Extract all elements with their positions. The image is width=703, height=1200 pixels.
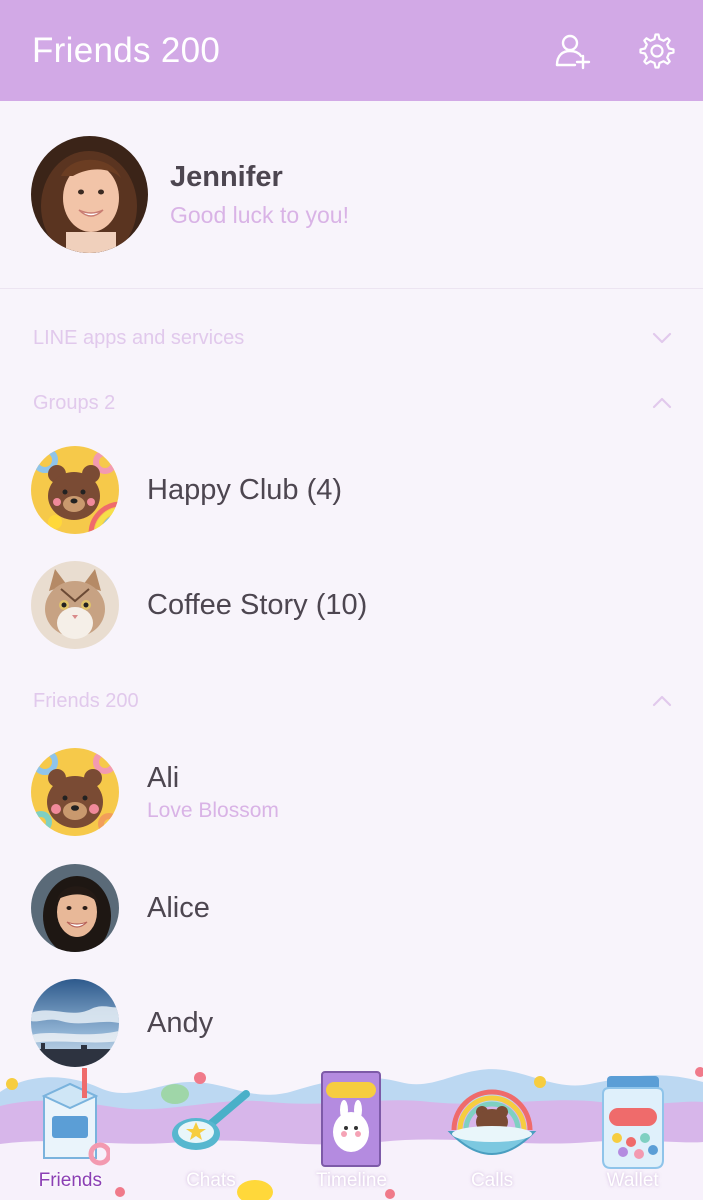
section-label: LINE apps and services bbox=[33, 326, 245, 349]
friend-info: Andy bbox=[147, 1007, 213, 1040]
section-header-services[interactable]: LINE apps and services bbox=[0, 313, 703, 363]
section-label: Friends 200 bbox=[33, 689, 139, 712]
group-info: Coffee Story (10) bbox=[147, 589, 367, 622]
milk-carton-icon bbox=[30, 1066, 112, 1171]
tab-friends[interactable]: Friends bbox=[0, 1052, 141, 1200]
tab-calls[interactable]: Calls bbox=[422, 1052, 563, 1200]
cereal-box-icon bbox=[316, 1066, 386, 1175]
page-title: Friends 200 bbox=[32, 30, 221, 70]
chevron-down-icon[interactable] bbox=[651, 331, 673, 345]
tab-label: Timeline bbox=[315, 1170, 388, 1191]
group-info: Happy Club (4) bbox=[147, 474, 342, 507]
tab-label: Wallet bbox=[606, 1170, 659, 1191]
avatar bbox=[31, 561, 119, 649]
chevron-up-icon[interactable] bbox=[651, 396, 673, 410]
friend-info: Ali Love Blossom bbox=[147, 762, 279, 823]
friend-name: Alice bbox=[147, 891, 210, 924]
profile-name: Jennifer bbox=[170, 160, 283, 193]
cereal-jar-icon bbox=[595, 1072, 671, 1177]
gear-icon[interactable] bbox=[637, 31, 677, 71]
tab-chats[interactable]: Chats bbox=[141, 1052, 282, 1200]
avatar[interactable] bbox=[31, 136, 148, 253]
section-label: Groups 2 bbox=[33, 391, 116, 414]
avatar bbox=[31, 446, 119, 534]
tab-label: Friends bbox=[38, 1170, 102, 1191]
group-name: Coffee Story (10) bbox=[147, 588, 368, 621]
friend-row-ali[interactable]: Ali Love Blossom bbox=[0, 737, 703, 847]
profile-status-message: Good luck to you! bbox=[170, 201, 349, 228]
group-row-happy-club[interactable]: Happy Club (4) bbox=[0, 435, 703, 545]
group-name: Happy Club (4) bbox=[147, 473, 343, 506]
friend-name: Ali bbox=[147, 761, 180, 794]
friend-name: Andy bbox=[147, 1006, 214, 1039]
friend-status-message: Love Blossom bbox=[147, 798, 279, 822]
cereal-bowl-icon bbox=[444, 1080, 540, 1175]
friend-row-alice[interactable]: Alice bbox=[0, 853, 703, 963]
profile-info: Jennifer Good luck to you! bbox=[170, 161, 349, 229]
avatar bbox=[31, 864, 119, 952]
header-actions bbox=[553, 31, 677, 71]
tab-label: Calls bbox=[470, 1170, 514, 1191]
friend-info: Alice bbox=[147, 892, 210, 925]
tab-wallet[interactable]: Wallet bbox=[562, 1052, 703, 1200]
avatar bbox=[31, 748, 119, 836]
chevron-up-icon[interactable] bbox=[651, 694, 673, 708]
tabs: Friends Chats Timeline Calls Wallet bbox=[0, 1052, 703, 1200]
my-profile[interactable]: Jennifer Good luck to you! bbox=[0, 101, 703, 289]
add-friend-icon[interactable] bbox=[553, 31, 593, 71]
group-row-coffee-story[interactable]: Coffee Story (10) bbox=[0, 550, 703, 660]
app-header: Friends 200 bbox=[0, 0, 703, 101]
section-header-groups[interactable]: Groups 2 bbox=[0, 378, 703, 428]
bottom-tab-bar: Friends Chats Timeline Calls Wallet bbox=[0, 1052, 703, 1200]
section-header-friends[interactable]: Friends 200 bbox=[0, 676, 703, 726]
tab-timeline[interactable]: Timeline bbox=[281, 1052, 422, 1200]
tab-label: Chats bbox=[186, 1170, 236, 1191]
spoon-icon bbox=[166, 1088, 256, 1163]
